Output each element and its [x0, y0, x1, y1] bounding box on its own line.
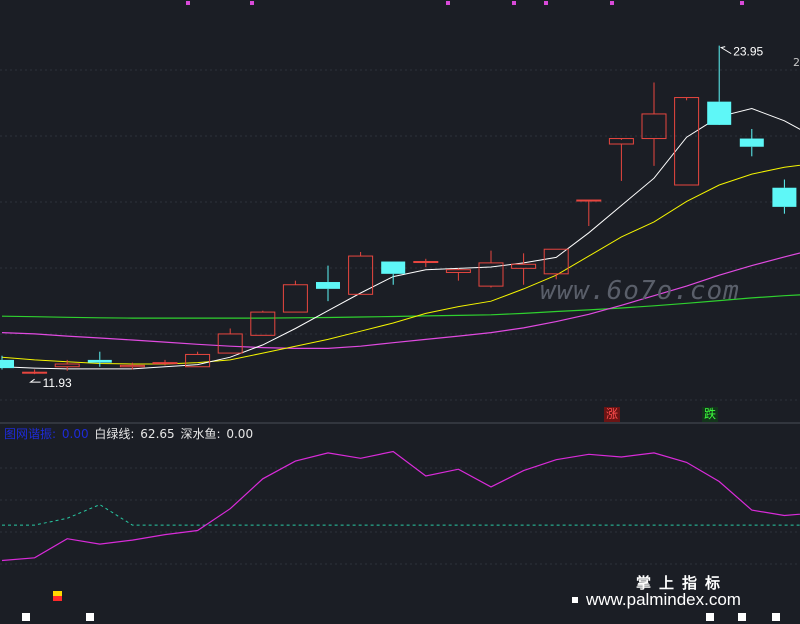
bottom-square-0 [22, 613, 30, 621]
candle-23[interactable] [739, 128, 764, 157]
candle-body [0, 359, 14, 369]
watermark: www.6o7o.com [540, 276, 740, 306]
bottom-square-2 [706, 613, 714, 621]
candle-10[interactable] [316, 265, 340, 302]
candle-19[interactable] [608, 138, 634, 181]
candle-3[interactable] [87, 351, 112, 367]
grid-lines [0, 69, 800, 565]
signal-marker-red [53, 596, 62, 601]
candle-body [707, 101, 732, 125]
candle-22[interactable] [707, 45, 732, 125]
min-arrow [29, 378, 41, 383]
candle-body [22, 371, 48, 374]
top-marker-3 [512, 1, 516, 5]
top-marker-0 [186, 1, 190, 5]
candle-body [152, 362, 178, 365]
candle-body [119, 364, 145, 368]
candle-17[interactable] [543, 248, 569, 280]
candle-18[interactable] [576, 199, 602, 226]
candle-7[interactable] [217, 328, 243, 354]
top-marker-1 [250, 1, 254, 5]
candle-14[interactable] [445, 268, 471, 281]
candle-body [674, 97, 700, 186]
bottom-dot [572, 597, 578, 603]
ma-white-line [1, 107, 800, 370]
candle-body [54, 363, 80, 368]
top-markers [186, 1, 744, 5]
top-marker-4 [544, 1, 548, 5]
candle-11[interactable] [348, 251, 374, 295]
candle-body [739, 138, 764, 147]
fall-badge: 跌 [702, 407, 718, 422]
ma-yellow-line [1, 164, 800, 365]
stock-chart[interactable]: 23.95 11.93 [0, 0, 800, 624]
signal-marker-yellow [53, 591, 62, 596]
bottom-square-3 [738, 613, 746, 621]
candle-9[interactable] [282, 280, 308, 313]
candle-body [87, 359, 112, 363]
candle-body [381, 261, 406, 274]
candle-body [641, 113, 667, 140]
candle-body [445, 269, 471, 273]
candle-16[interactable] [511, 253, 537, 285]
candle-body [217, 333, 243, 354]
legend-value-1: 0.00 [61, 427, 89, 441]
candlesticks[interactable] [0, 45, 800, 375]
candle-body [772, 187, 797, 207]
candle-body [316, 282, 340, 289]
indicator-dashed-line [2, 504, 800, 526]
candle-15[interactable] [478, 250, 504, 288]
price-axis-edge-label: 2 [793, 56, 800, 69]
candle-20[interactable] [641, 82, 667, 166]
max-price-label: 23.95 [733, 45, 763, 59]
candle-13[interactable] [413, 258, 439, 267]
candle-body [282, 284, 308, 313]
candle-1[interactable] [22, 369, 48, 375]
min-price-label: 11.93 [43, 376, 72, 390]
moving-averages [1, 107, 800, 370]
candle-body [250, 311, 276, 336]
candle-24[interactable] [772, 179, 797, 214]
top-marker-6 [740, 1, 744, 5]
legend-name-1: 图网谐振: [4, 427, 57, 441]
legend-value-3: 0.00 [226, 427, 254, 441]
top-marker-5 [610, 1, 614, 5]
rise-badge: 涨 [604, 407, 620, 422]
indicator-legend: 图网谐振: 0.00 白绿线: 62.65 深水鱼: 0.00 [4, 425, 255, 442]
top-marker-2 [446, 1, 450, 5]
brand-url: www.palmindex.com [586, 590, 741, 609]
candle-5[interactable] [152, 359, 178, 366]
candle-21[interactable] [674, 97, 700, 186]
legend-name-2: 白绿线: [94, 427, 135, 441]
bottom-square-4 [772, 613, 780, 621]
candle-8[interactable] [250, 310, 276, 336]
legend-value-2: 62.65 [140, 427, 175, 441]
bottom-square-1 [86, 613, 94, 621]
legend-name-3: 深水鱼: [180, 427, 221, 441]
max-arrow [719, 46, 732, 55]
candle-body [413, 261, 439, 264]
candle-body [576, 199, 602, 202]
